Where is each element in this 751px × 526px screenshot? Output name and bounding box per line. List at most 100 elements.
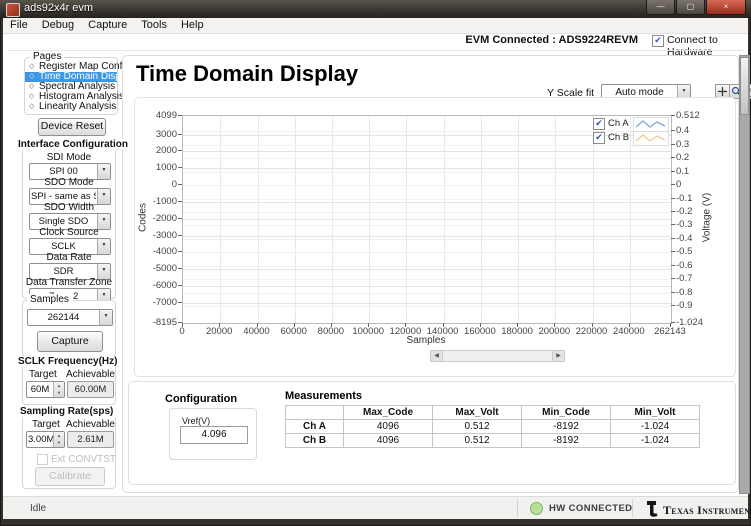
vref-field[interactable]: 4.096 — [180, 426, 248, 444]
tick-mark — [671, 278, 675, 279]
tick-mark — [670, 323, 671, 327]
clock-source-value: SCLK — [31, 241, 96, 252]
samples-box: 262144 ▼ Capture — [22, 300, 116, 357]
table-cell: -1.024 — [611, 420, 700, 434]
sampling-target-label: Target — [32, 419, 60, 430]
tick-mark — [405, 323, 406, 327]
sampling-achievable-label: Achievable — [66, 419, 115, 430]
sidebar-item-linearity-analysis[interactable]: ◇Linearity Analysis — [25, 102, 117, 112]
calibrate-button[interactable]: Calibrate — [35, 467, 105, 486]
y-tick-label: -7000 — [135, 297, 177, 308]
y-axis-label-left: Codes — [138, 198, 149, 238]
main-panel: Time Domain Display Y Scale fit Auto mod… — [122, 55, 739, 493]
y-tick-label-right: -0.1 — [676, 193, 692, 204]
chevron-down-icon[interactable]: ▼ — [97, 239, 110, 254]
scroll-left-icon[interactable]: ◀ — [431, 351, 443, 361]
sdo-width-value: Single SDO — [31, 216, 96, 227]
y-tick-label-right: -0.6 — [676, 260, 692, 271]
brand-text: Texas Instruments — [663, 503, 751, 518]
statusbar-divider — [632, 499, 633, 517]
vertical-scrollbar[interactable] — [739, 55, 750, 494]
table-cell: 4096 — [344, 434, 433, 448]
y-tick-label: -4000 — [135, 246, 177, 257]
row-label: Ch B — [286, 434, 344, 448]
x-axis-label: Samples — [386, 335, 466, 346]
sdo-mode-value: SPI - same as SDI — [31, 191, 96, 202]
tick-mark — [671, 144, 675, 145]
horizontal-scrollbar[interactable]: ◀ ▶ — [430, 350, 565, 362]
table-cell: -8192 — [522, 420, 611, 434]
menu-item-capture[interactable]: Capture — [81, 18, 134, 31]
menu-item-tools[interactable]: Tools — [134, 18, 174, 31]
ti-logo-icon — [645, 500, 660, 517]
menu-item-help[interactable]: Help — [174, 18, 211, 31]
spinner-arrows-icon[interactable]: ▲▼ — [53, 432, 64, 447]
gridline — [183, 202, 671, 203]
y-tick-label: 0 — [135, 179, 177, 190]
samples-label: Samples — [27, 294, 72, 305]
y-tick-label: -5000 — [135, 263, 177, 274]
sclk-target-spinner[interactable]: 60M ▲▼ — [26, 381, 65, 398]
scrollbar-thumb[interactable] — [740, 57, 749, 115]
scroll-right-icon[interactable]: ▶ — [552, 351, 564, 361]
close-button[interactable]: × — [706, 0, 746, 15]
table-cell: 4096 — [344, 420, 433, 434]
status-bar: Idle HW CONNECTED Texas Instruments — [3, 496, 748, 519]
tick-mark — [671, 224, 675, 225]
data-transfer-zone-label: Data Transfer Zone — [26, 277, 112, 288]
gridline — [183, 145, 671, 146]
connect-to-hardware-checkbox[interactable]: ✔ — [652, 35, 664, 47]
table-cell: -1.024 — [611, 434, 700, 448]
chevron-down-icon[interactable]: ▼ — [99, 310, 112, 325]
y-tick-label-right: 0 — [676, 179, 681, 190]
menu-item-file[interactable]: File — [3, 18, 35, 31]
sclk-target-value: 60M — [28, 384, 52, 395]
table-cell: 0.512 — [433, 420, 522, 434]
y-tick-label-right: 0.4 — [676, 125, 689, 136]
sdo-mode-label: SDO Mode — [44, 177, 93, 188]
table-cell: -8192 — [522, 434, 611, 448]
gridline — [183, 185, 671, 186]
channel-visibility-checkbox[interactable]: ✔ — [593, 132, 605, 144]
tick-mark — [178, 167, 182, 168]
gridline — [183, 252, 671, 253]
gridline — [183, 286, 671, 287]
gridline — [183, 225, 671, 226]
sampling-target-spinner[interactable]: 3.00M ▲▼ — [26, 431, 65, 448]
chevron-down-icon[interactable]: ▼ — [97, 214, 110, 229]
menu-item-debug[interactable]: Debug — [35, 18, 81, 31]
vref-label: Vref(V) — [182, 416, 210, 426]
sdo-width-label: SDO Width — [44, 202, 94, 213]
channel-visibility-checkbox[interactable]: ✔ — [593, 118, 605, 130]
plot-area[interactable] — [182, 115, 672, 324]
sclk-frequency-title: SCLK Frequency(Hz) — [15, 356, 120, 367]
device-reset-button[interactable]: Device Reset — [38, 118, 106, 136]
tick-mark — [671, 198, 675, 199]
tick-mark — [178, 184, 182, 185]
page-title: Time Domain Display — [136, 61, 358, 87]
maximize-button[interactable]: ▢ — [676, 0, 705, 15]
tick-mark — [257, 323, 258, 327]
graph-container: 40993000200010000-1000-2000-3000-4000-50… — [134, 97, 736, 377]
capture-button[interactable]: Capture — [37, 331, 103, 352]
legend-label: Ch A — [608, 118, 629, 129]
menu-bar: FileDebugCaptureToolsHelp — [3, 18, 748, 34]
diamond-bullet-icon: ◇ — [29, 62, 34, 72]
tick-mark — [219, 323, 220, 327]
gridline — [183, 266, 671, 267]
spinner-arrows-icon[interactable]: ▲▼ — [53, 382, 64, 397]
chevron-down-icon[interactable]: ▼ — [97, 189, 110, 204]
tick-mark — [178, 218, 182, 219]
data-rate-value: SDR — [31, 266, 96, 277]
minimize-button[interactable]: — — [646, 0, 675, 15]
y-tick-label-right: -0.9 — [676, 300, 692, 311]
title-bar[interactable]: ads92x4r evm — ▢ × — [0, 0, 751, 18]
samples-combo[interactable]: 262144 ▼ — [27, 309, 113, 326]
waveform-preview-icon — [633, 131, 669, 146]
chevron-down-icon[interactable]: ▼ — [97, 164, 110, 179]
diamond-bullet-icon: ◇ — [29, 72, 34, 82]
diamond-bullet-icon: ◇ — [29, 102, 34, 112]
y-tick-label-right: -0.2 — [676, 206, 692, 217]
gridline — [183, 293, 671, 294]
ext-convtst-checkbox[interactable] — [37, 454, 48, 465]
